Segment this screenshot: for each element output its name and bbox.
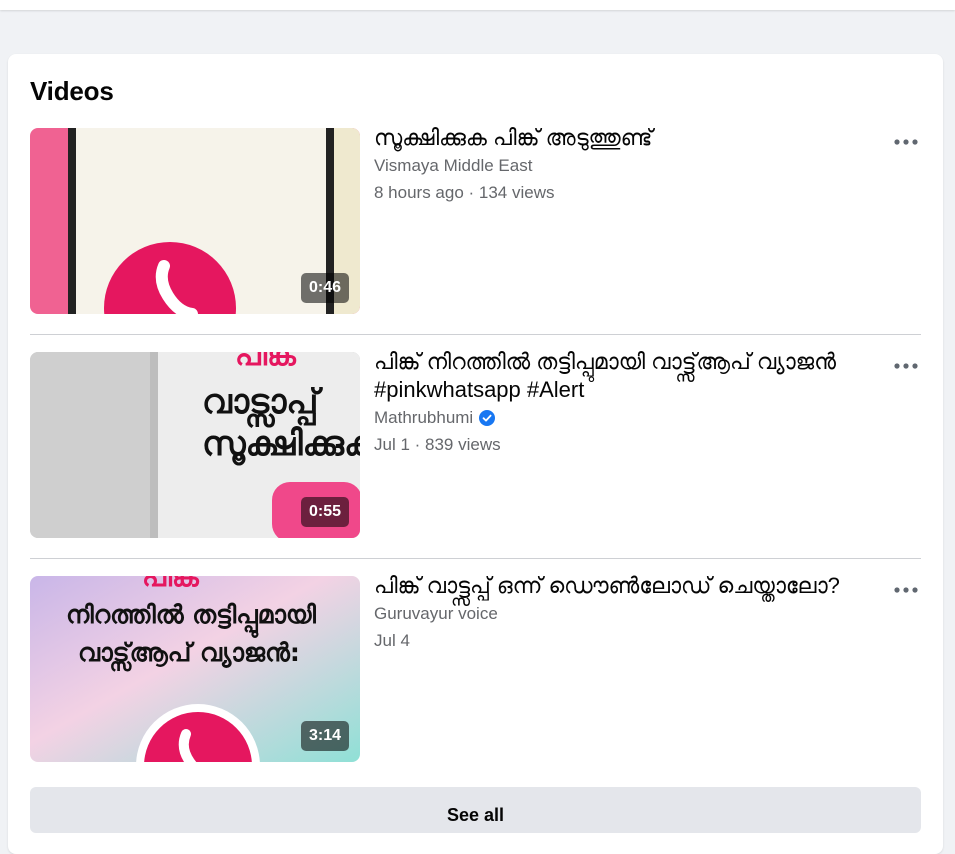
- video-item[interactable]: 0:46 സൂക്ഷിക്കുക പിങ്ക് അടുത്തുണ്ട് Vism…: [30, 125, 921, 314]
- video-info: സൂക്ഷിക്കുക പിങ്ക് അടുത്തുണ്ട് Vismaya M…: [374, 125, 874, 208]
- channel-name-text[interactable]: Mathrubhumi: [374, 406, 473, 430]
- section-title: Videos: [30, 76, 114, 106]
- video-info: പിങ്ക് വാട്ട്സപ്പ് ഒന്ന് ഡൌൺലോഡ് ചെയ്താല…: [374, 573, 874, 656]
- video-thumbnail[interactable]: പിങ്ക് നിറത്തിൽ തട്ടിപ്പുമായി വാട്സ്ആപ് …: [30, 576, 360, 762]
- thumbnail-caption: പിങ്ക്: [142, 576, 202, 593]
- video-info: പിങ്ക് നിറത്തിൽ തട്ടിപ്പുമായി വാട്ട്സ്ആപ…: [374, 349, 874, 460]
- divider: [30, 558, 921, 559]
- video-thumbnail[interactable]: പിങ്ക് വാട്സാപ്പ് സൂക്ഷിക്കുക 0:55: [30, 352, 360, 538]
- video-item[interactable]: പിങ്ക് വാട്സാപ്പ് സൂക്ഷിക്കുക 0:55 പിങ്ക…: [30, 349, 921, 538]
- video-duration: 0:55: [300, 497, 349, 527]
- thumbnail-caption: നിറത്തിൽ തട്ടിപ്പുമായി: [66, 600, 316, 629]
- channel-name[interactable]: Mathrubhumi: [374, 406, 874, 430]
- video-item[interactable]: പിങ്ക് നിറത്തിൽ തട്ടിപ്പുമായി വാട്സ്ആപ് …: [30, 573, 921, 762]
- channel-name-text[interactable]: Guruvayur voice: [374, 602, 498, 626]
- thumbnail-caption: സൂക്ഷിക്കുക: [202, 424, 360, 464]
- video-duration: 3:14: [300, 721, 349, 751]
- video-title[interactable]: പിങ്ക് വാട്ട്സപ്പ് ഒന്ന് ഡൌൺലോഡ് ചെയ്താല…: [374, 572, 874, 600]
- video-meta: Jul 1 · 839 views: [374, 435, 501, 454]
- channel-name[interactable]: Vismaya Middle East: [374, 154, 874, 178]
- verified-badge-icon: [479, 410, 496, 426]
- more-icon: [894, 363, 918, 369]
- video-title[interactable]: സൂക്ഷിക്കുക പിങ്ക് അടുത്തുണ്ട്: [374, 124, 874, 152]
- top-bar: [0, 0, 955, 10]
- thumbnail-caption: പിങ്ക്: [235, 352, 299, 373]
- video-meta: Jul 4: [374, 631, 410, 650]
- more-options-button[interactable]: [891, 580, 921, 600]
- more-icon: [894, 587, 918, 593]
- video-thumbnail[interactable]: 0:46: [30, 128, 360, 314]
- video-meta: 8 hours ago · 134 views: [374, 183, 555, 202]
- divider: [30, 334, 921, 335]
- videos-card: Videos 0:46 സൂക്ഷിക്കുക പിങ്ക് അടുത്തുണ്…: [8, 54, 943, 854]
- thumbnail-caption: വാട്സാപ്പ്: [202, 382, 319, 422]
- more-icon: [894, 139, 918, 145]
- channel-name[interactable]: Guruvayur voice: [374, 602, 874, 626]
- more-options-button[interactable]: [891, 132, 921, 152]
- channel-name-text[interactable]: Vismaya Middle East: [374, 154, 532, 178]
- video-title[interactable]: പിങ്ക് നിറത്തിൽ തട്ടിപ്പുമായി വാട്ട്സ്ആപ…: [374, 348, 874, 404]
- thumbnail-caption: വാട്സ്ആപ് വ്യാജൻ:: [78, 638, 300, 667]
- see-all-button[interactable]: See all: [30, 787, 921, 833]
- video-duration: 0:46: [300, 273, 349, 303]
- more-options-button[interactable]: [891, 356, 921, 376]
